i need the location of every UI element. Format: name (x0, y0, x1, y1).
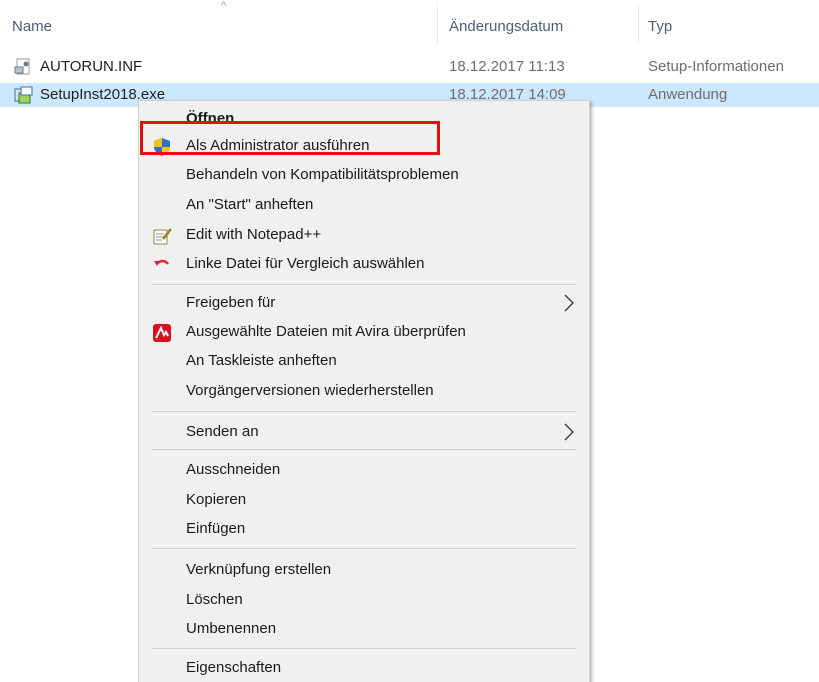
menu-item-paste[interactable]: Einfügen (139, 515, 589, 544)
menu-item-compatibility[interactable]: Behandeln von Kompatibilitätsproblemen (139, 161, 589, 190)
chevron-right-icon (563, 294, 575, 312)
column-header-name[interactable]: Name (12, 18, 52, 35)
avira-icon (152, 323, 172, 343)
context-menu: Öffnen Als Administrator ausführen Behan… (138, 100, 590, 682)
chevron-right-icon (563, 423, 575, 441)
menu-item-properties[interactable]: Eigenschaften (139, 654, 589, 682)
inf-file-icon (14, 58, 34, 76)
menu-item-delete[interactable]: Löschen (139, 586, 589, 615)
sort-ascending-icon: ^ (221, 0, 227, 12)
column-header: ^ Name Änderungsdatum Typ (0, 0, 819, 44)
menu-item-pin-taskbar[interactable]: An Taskleiste anheften (139, 347, 589, 376)
menu-separator (152, 411, 576, 412)
menu-item-edit-notepad[interactable]: Edit with Notepad++ (139, 221, 589, 250)
column-header-date[interactable]: Änderungsdatum (449, 18, 563, 35)
menu-item-copy[interactable]: Kopieren (139, 486, 589, 515)
menu-item-pin-start[interactable]: An "Start" anheften (139, 191, 589, 220)
menu-item-avira-scan[interactable]: Ausgewählte Dateien mit Avira überprüfen (139, 318, 589, 347)
column-divider[interactable] (437, 6, 438, 44)
menu-separator (152, 449, 576, 450)
menu-separator (152, 284, 576, 285)
menu-item-restore-previous[interactable]: Vorgängerversionen wiederherstellen (139, 377, 589, 406)
menu-separator (152, 548, 576, 549)
notepad-plus-plus-icon (152, 226, 172, 246)
file-type: Setup-Informationen (648, 58, 784, 75)
installer-icon (14, 86, 34, 104)
menu-item-compare-left[interactable]: Linke Datei für Vergleich auswählen (139, 250, 589, 279)
compare-undo-icon (152, 255, 172, 275)
menu-item-rename[interactable]: Umbenennen (139, 615, 589, 644)
column-header-type[interactable]: Typ (648, 18, 672, 35)
column-divider[interactable] (638, 6, 639, 44)
file-date: 18.12.2017 11:13 (449, 58, 565, 75)
file-type: Anwendung (648, 86, 728, 103)
file-row-autorun[interactable]: AUTORUN.INF 18.12.2017 11:13 Setup-Infor… (0, 55, 819, 79)
menu-separator (152, 648, 576, 649)
menu-item-send-to[interactable]: Senden an (139, 418, 589, 447)
file-name: AUTORUN.INF (40, 58, 143, 75)
highlight-annotation (140, 121, 440, 155)
menu-item-cut[interactable]: Ausschneiden (139, 456, 589, 485)
menu-item-share-with[interactable]: Freigeben für (139, 289, 589, 318)
menu-item-create-shortcut[interactable]: Verknüpfung erstellen (139, 556, 589, 585)
